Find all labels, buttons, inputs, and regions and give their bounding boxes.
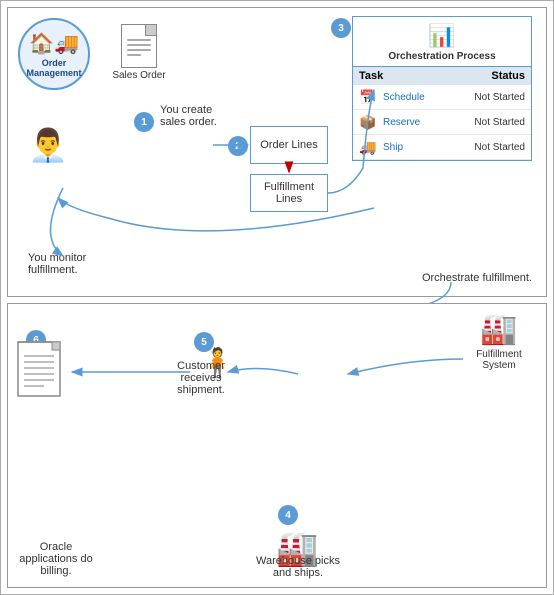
oracle-text: Oracle applications do billing.: [16, 541, 96, 577]
schedule-task-name[interactable]: Schedule: [383, 92, 474, 103]
sales-order-label: Sales Order: [112, 70, 165, 81]
fulfillment-lines-box: Fulfillment Lines: [250, 174, 328, 212]
ship-task-status: Not Started: [474, 142, 525, 153]
step4-badge: 4: [278, 505, 298, 525]
sales-order-icon: [121, 24, 157, 68]
orch-table: Task Status 📅 Schedule Not Started 📦 Res…: [353, 67, 531, 160]
step1-text: You create sales order.: [160, 104, 240, 128]
oracle-billing-icon: [16, 340, 68, 398]
order-lines-box: Order Lines: [250, 126, 328, 164]
orch-header: 📊 Orchestration Process: [353, 17, 531, 67]
order-mgmt-label: Order Management: [20, 58, 88, 78]
fulfillment-system-box: 🏭 Fulfillment System: [460, 312, 538, 371]
orch-row-ship: 🚚 Ship Not Started: [353, 135, 531, 160]
ship-icon: 🚚: [359, 139, 379, 155]
main-container: 🏠🚚 Order Management Sales Order 3 📊: [0, 0, 554, 595]
fulfillment-system-label: Fulfillment System: [460, 349, 538, 371]
person-desk-icon: 👨‍💼: [28, 126, 68, 164]
task-col-header: Task: [359, 70, 442, 82]
fulfillment-system-icon: 🏭: [480, 312, 517, 347]
bottom-panel: 🏭 Fulfillment System 4 🏭 Warehouse picks…: [7, 303, 547, 588]
schedule-icon: 📅: [359, 89, 379, 105]
step2-badge: 2: [228, 136, 248, 156]
monitor-text: You monitor fulfillment.: [28, 252, 118, 276]
order-lines-label: Order Lines: [260, 139, 317, 151]
reserve-icon: 📦: [359, 114, 379, 130]
sales-order-box: Sales Order: [108, 18, 170, 86]
reserve-task-status: Not Started: [474, 117, 525, 128]
step3-badge: 3: [331, 18, 351, 38]
warehouse-text: Warehouse picks and ships.: [248, 555, 348, 579]
customer-text: Customer receives shipment.: [156, 360, 246, 396]
reserve-task-name[interactable]: Reserve: [383, 117, 474, 128]
ship-task-name[interactable]: Ship: [383, 142, 474, 153]
orch-label: Orchestration Process: [388, 51, 495, 62]
orch-row-schedule: 📅 Schedule Not Started: [353, 85, 531, 110]
order-management-circle: 🏠🚚 Order Management: [18, 18, 90, 90]
orchestration-box: 📊 Orchestration Process Task Status 📅 Sc…: [352, 16, 532, 161]
arrow-fs-warehouse: [348, 359, 463, 374]
order-mgmt-icon: 🏠🚚: [29, 31, 79, 56]
top-panel: 🏠🚚 Order Management Sales Order 3 📊: [7, 7, 547, 297]
step1-badge: 1: [134, 112, 154, 132]
status-col-header: Status: [442, 70, 525, 82]
fulfillment-lines-label: Fulfillment Lines: [251, 181, 327, 205]
orch-row-reserve: 📦 Reserve Not Started: [353, 110, 531, 135]
orch-icon: 📊: [428, 23, 455, 49]
orch-table-header: Task Status: [353, 67, 531, 85]
schedule-task-status: Not Started: [474, 92, 525, 103]
arrow-person-monitor: [51, 188, 64, 256]
